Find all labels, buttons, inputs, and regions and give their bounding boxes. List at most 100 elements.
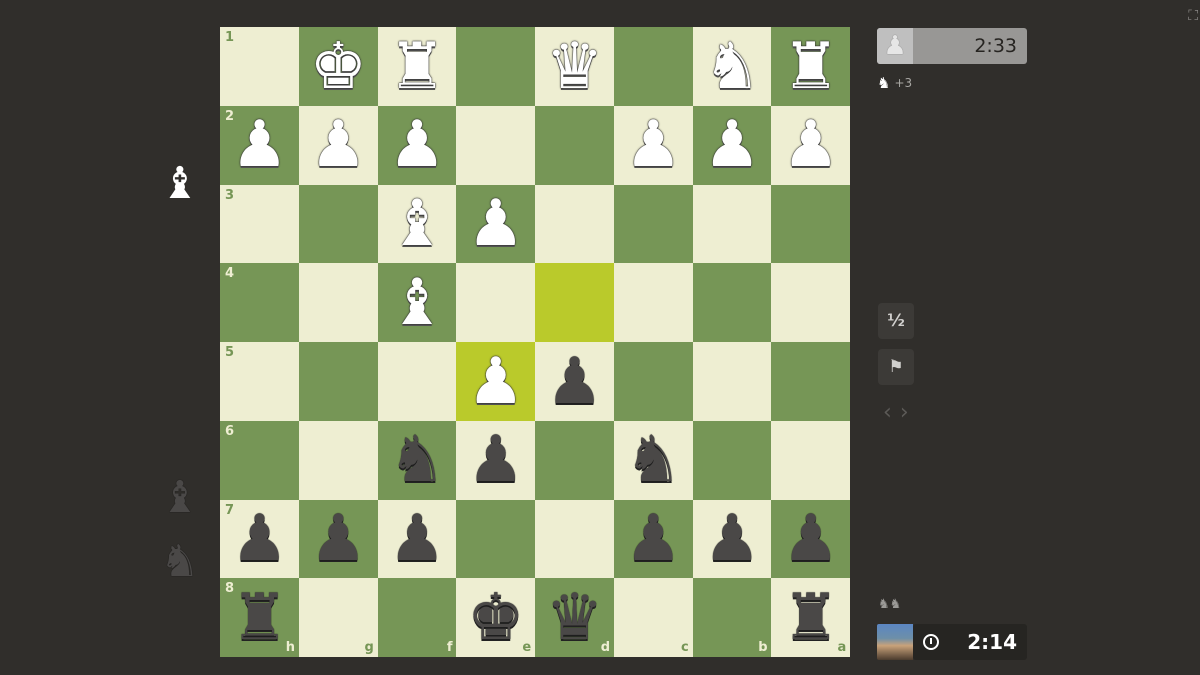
square-a5[interactable] bbox=[771, 342, 851, 421]
square-h7[interactable]: 7 ♟ bbox=[220, 499, 299, 579]
white-pawn-icon[interactable]: ♟ bbox=[231, 113, 288, 177]
square-e8[interactable]: e ♚ bbox=[456, 578, 536, 658]
black-pawn-icon[interactable]: ♟ bbox=[388, 507, 445, 571]
white-queen-icon[interactable]: ♛ bbox=[546, 35, 603, 99]
black-rook-icon[interactable]: ♜ bbox=[782, 586, 839, 650]
white-bishop-icon[interactable]: ♝ bbox=[388, 192, 445, 256]
white-rook-icon[interactable]: ♜ bbox=[388, 35, 445, 99]
black-knight-icon[interactable]: ♞ bbox=[388, 428, 445, 492]
square-e5[interactable]: ♟ bbox=[456, 342, 536, 421]
square-c2[interactable]: ♟ bbox=[613, 105, 693, 185]
square-c4[interactable] bbox=[613, 263, 693, 343]
square-h5[interactable]: 5 bbox=[220, 342, 299, 421]
square-d8[interactable]: d ♛ bbox=[535, 578, 614, 658]
square-g8[interactable]: g bbox=[298, 578, 378, 658]
square-e7[interactable] bbox=[456, 499, 536, 579]
square-c1[interactable] bbox=[613, 27, 693, 106]
square-d7[interactable] bbox=[535, 499, 614, 579]
square-a2[interactable]: ♟ bbox=[771, 105, 851, 185]
white-bishop-icon[interactable]: ♝ bbox=[388, 271, 445, 335]
square-b7[interactable]: ♟ bbox=[692, 499, 772, 579]
square-f5[interactable] bbox=[377, 342, 457, 421]
square-f4[interactable]: ♝ bbox=[377, 263, 457, 343]
square-g2[interactable]: ♟ bbox=[298, 105, 378, 185]
black-pawn-icon[interactable]: ♟ bbox=[546, 350, 603, 414]
white-pawn-icon[interactable]: ♟ bbox=[782, 113, 839, 177]
white-rook-icon[interactable]: ♜ bbox=[782, 35, 839, 99]
square-d5[interactable]: ♟ bbox=[535, 342, 614, 421]
square-e6[interactable]: ♟ bbox=[456, 420, 536, 500]
square-a6[interactable] bbox=[771, 420, 851, 500]
white-pawn-icon[interactable]: ♟ bbox=[467, 350, 524, 414]
white-pawn-icon[interactable]: ♟ bbox=[310, 113, 367, 177]
white-pawn-icon[interactable]: ♟ bbox=[625, 113, 682, 177]
square-b5[interactable] bbox=[692, 342, 772, 421]
square-g1[interactable]: ♚ bbox=[298, 27, 378, 106]
square-d4[interactable] bbox=[535, 263, 614, 343]
square-h3[interactable]: 3 bbox=[220, 184, 299, 264]
white-knight-icon[interactable]: ♞ bbox=[703, 35, 760, 99]
fullscreen-icon[interactable]: ⛶ bbox=[1188, 8, 1198, 24]
square-b3[interactable] bbox=[692, 184, 772, 264]
square-a8[interactable]: a ♜ bbox=[771, 578, 851, 658]
square-h8[interactable]: 8 h ♜ bbox=[220, 578, 299, 658]
square-c3[interactable] bbox=[613, 184, 693, 264]
square-e1[interactable] bbox=[456, 27, 536, 106]
square-b1[interactable]: ♞ bbox=[692, 27, 772, 106]
black-queen-icon[interactable]: ♛ bbox=[546, 586, 603, 650]
square-g5[interactable] bbox=[298, 342, 378, 421]
black-knight-icon[interactable]: ♞ bbox=[625, 428, 682, 492]
black-pawn-icon[interactable]: ♟ bbox=[231, 507, 288, 571]
square-f1[interactable]: ♜ bbox=[377, 27, 457, 106]
square-e4[interactable] bbox=[456, 263, 536, 343]
square-f8[interactable]: f bbox=[377, 578, 457, 658]
black-pawn-icon[interactable]: ♟ bbox=[310, 507, 367, 571]
square-f3[interactable]: ♝ bbox=[377, 184, 457, 264]
resign-button[interactable]: ⚑ bbox=[878, 349, 914, 385]
square-e2[interactable] bbox=[456, 105, 536, 185]
square-c6[interactable]: ♞ bbox=[613, 420, 693, 500]
square-a7[interactable]: ♟ bbox=[771, 499, 851, 579]
square-g4[interactable] bbox=[298, 263, 378, 343]
square-e3[interactable]: ♟ bbox=[456, 184, 536, 264]
square-g3[interactable] bbox=[298, 184, 378, 264]
black-rook-icon[interactable]: ♜ bbox=[231, 586, 288, 650]
square-b6[interactable] bbox=[692, 420, 772, 500]
square-h4[interactable]: 4 bbox=[220, 263, 299, 343]
square-d2[interactable] bbox=[535, 105, 614, 185]
square-c8[interactable]: c bbox=[613, 578, 693, 658]
square-c5[interactable] bbox=[613, 342, 693, 421]
avatar[interactable] bbox=[877, 624, 913, 660]
square-b4[interactable] bbox=[692, 263, 772, 343]
square-a3[interactable] bbox=[771, 184, 851, 264]
square-b2[interactable]: ♟ bbox=[692, 105, 772, 185]
square-f7[interactable]: ♟ bbox=[377, 499, 457, 579]
square-d6[interactable] bbox=[535, 420, 614, 500]
next-move-icon[interactable]: › bbox=[900, 400, 917, 425]
square-a4[interactable] bbox=[771, 263, 851, 343]
square-d3[interactable] bbox=[535, 184, 614, 264]
square-h1[interactable]: 1 bbox=[220, 27, 299, 106]
black-pawn-icon[interactable]: ♟ bbox=[467, 428, 524, 492]
white-pawn-icon[interactable]: ♟ bbox=[703, 113, 760, 177]
black-pawn-icon[interactable]: ♟ bbox=[782, 507, 839, 571]
square-a1[interactable]: ♜ bbox=[771, 27, 851, 106]
square-d1[interactable]: ♛ bbox=[535, 27, 614, 106]
white-king-icon[interactable]: ♚ bbox=[310, 35, 367, 99]
white-pawn-icon[interactable]: ♟ bbox=[467, 192, 524, 256]
chess-board[interactable]: 1 ♚ ♜ ♛ ♞ ♜ 2 ♟ ♟ ♟ ♟ ♟ ♟ 3 ♝ ♟ 4 ♝ 5 ♟ ♟ 6 ♞ ♟ ♞ 7 ♟ ♟ ♟ ♟ ♟ ♟ 8 h ♜ g f e ♚ d… bbox=[220, 27, 851, 658]
previous-move-icon[interactable]: ‹ bbox=[883, 400, 900, 425]
square-h2[interactable]: 2 ♟ bbox=[220, 105, 299, 185]
square-g7[interactable]: ♟ bbox=[298, 499, 378, 579]
black-king-icon[interactable]: ♚ bbox=[467, 586, 524, 650]
square-f6[interactable]: ♞ bbox=[377, 420, 457, 500]
black-pawn-icon[interactable]: ♟ bbox=[703, 507, 760, 571]
white-pawn-icon[interactable]: ♟ bbox=[388, 113, 445, 177]
square-h6[interactable]: 6 bbox=[220, 420, 299, 500]
square-g6[interactable] bbox=[298, 420, 378, 500]
black-pawn-icon[interactable]: ♟ bbox=[625, 507, 682, 571]
offer-draw-button[interactable]: ½ bbox=[878, 303, 914, 339]
square-f2[interactable]: ♟ bbox=[377, 105, 457, 185]
square-b8[interactable]: b bbox=[692, 578, 772, 658]
square-c7[interactable]: ♟ bbox=[613, 499, 693, 579]
